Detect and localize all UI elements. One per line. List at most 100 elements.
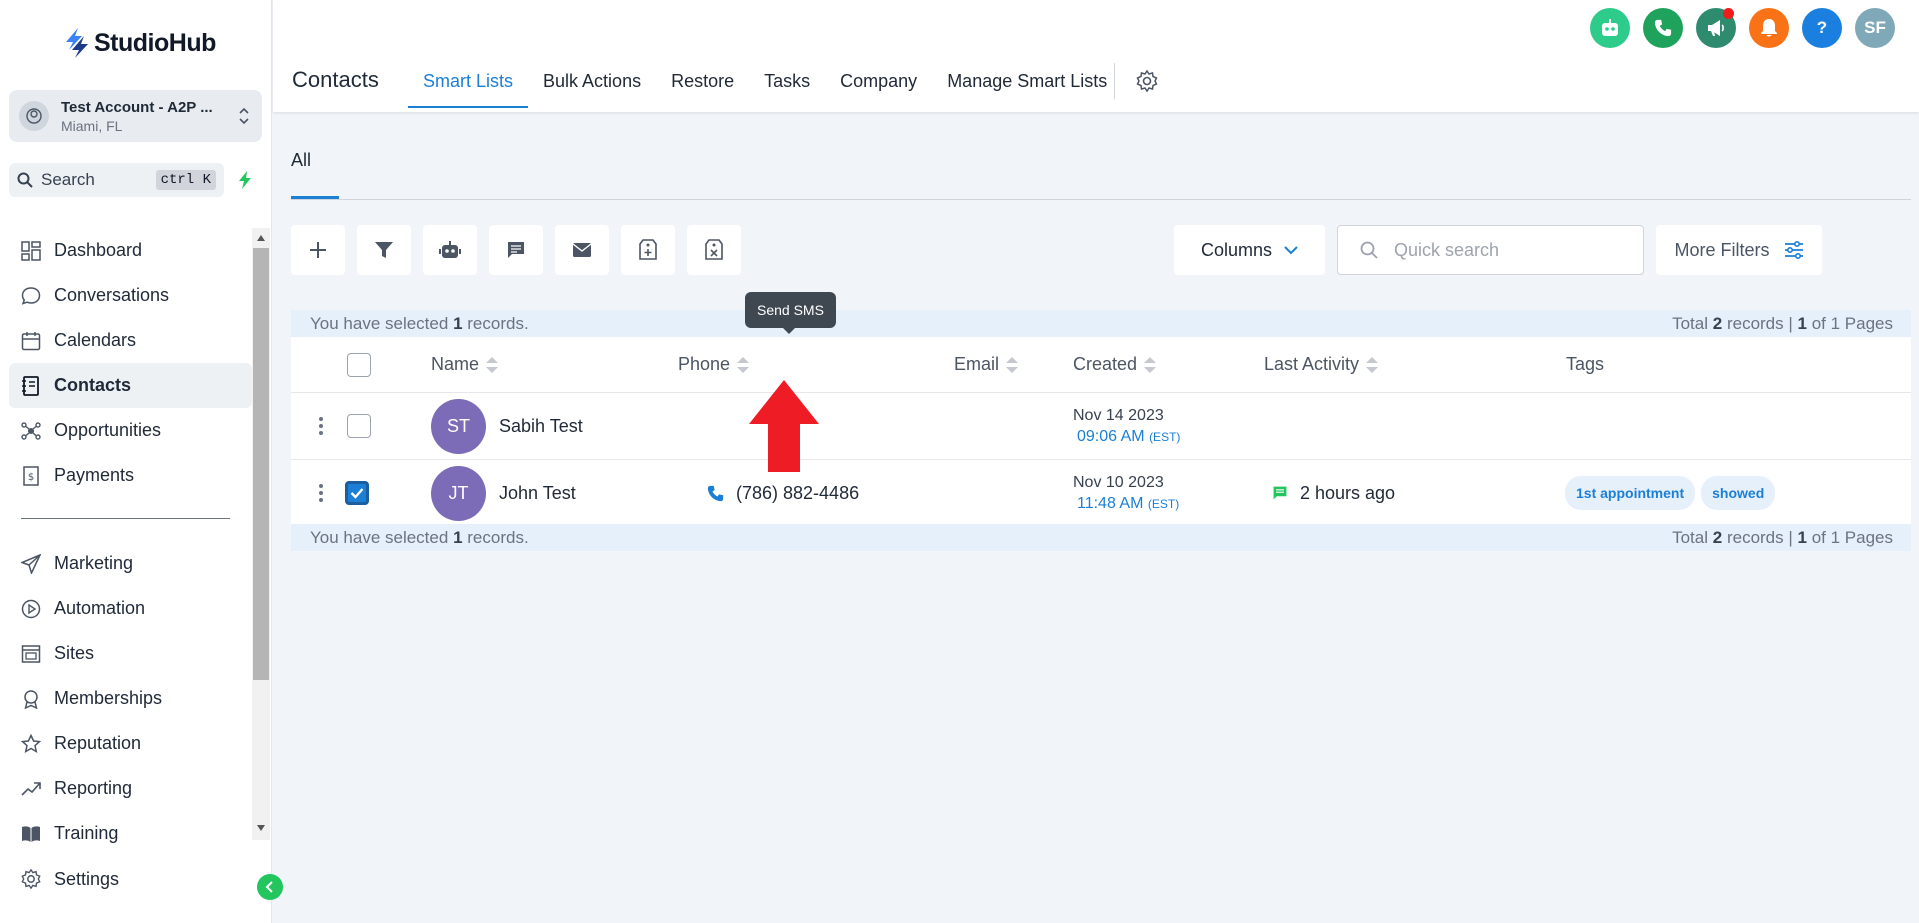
sidebar-search[interactable]: Search ctrl K <box>9 163 224 197</box>
sidebar-item-label: Sites <box>54 643 95 663</box>
tag-chip[interactable]: showed <box>1701 476 1776 510</box>
remove-tag-button[interactable] <box>687 225 741 275</box>
tabs-divider <box>1114 63 1115 99</box>
sidebar-item-contacts[interactable]: Contacts <box>9 363 252 408</box>
sidebar-item-training[interactable]: Training <box>9 811 252 856</box>
main-content: All Columns More Filters <box>273 112 1919 923</box>
sidebar-item-label: Conversations <box>54 285 170 305</box>
row-checkbox[interactable] <box>347 414 371 438</box>
red-arrow-annotation <box>749 380 819 472</box>
column-header-phone[interactable]: Phone <box>678 337 750 392</box>
row-menu-icon[interactable] <box>319 417 323 435</box>
column-header-created[interactable]: Created <box>1073 337 1157 392</box>
table-row[interactable]: ST Sabih Test Nov 14 2023 09:06 AM (EST) <box>291 393 1911 460</box>
selection-summary-top: You have selected 1 records. Total 2 rec… <box>291 310 1911 337</box>
tab-all[interactable]: All <box>291 150 311 171</box>
user-avatar[interactable]: SF <box>1855 8 1895 48</box>
add-contact-button[interactable] <box>291 225 345 275</box>
select-all-checkbox[interactable] <box>347 352 371 377</box>
sidebar-item-conversations[interactable]: Conversations <box>9 273 252 318</box>
search-label: Search <box>41 170 95 189</box>
sidebar-item-dashboard[interactable]: Dashboard <box>9 228 252 273</box>
sort-icon <box>1365 356 1379 374</box>
logo-text: StudioHub <box>94 28 216 57</box>
quick-search-input[interactable] <box>1394 239 1614 261</box>
table-header: Name Phone Email Created Last Activity T… <box>291 337 1911 393</box>
sidebar-item-sites[interactable]: Sites <box>9 631 252 676</box>
row-menu-icon[interactable] <box>319 484 323 502</box>
column-header-last-activity[interactable]: Last Activity <box>1264 337 1379 392</box>
column-header-tags: Tags <box>1566 354 1605 374</box>
tab-tasks[interactable]: Tasks <box>749 58 825 108</box>
created-time: 09:06 AM (EST) <box>1077 427 1181 445</box>
contact-phone[interactable]: (786) 882-4486 <box>736 483 859 504</box>
sidebar-item-memberships[interactable]: Memberships <box>9 676 252 721</box>
add-tag-button[interactable] <box>621 225 675 275</box>
row-checkbox[interactable] <box>345 481 369 505</box>
sidebar-item-payments[interactable]: $ Payments <box>9 453 252 498</box>
sidebar-item-settings[interactable]: Settings <box>20 868 119 890</box>
sidebar-item-label: Opportunities <box>54 420 162 440</box>
more-filters-label: More Filters <box>1674 239 1770 260</box>
quick-actions-button[interactable] <box>230 163 260 197</box>
tab-manage-smart-lists[interactable]: Manage Smart Lists <box>932 58 1122 108</box>
tag-add-icon <box>639 239 657 260</box>
chevron-down-icon <box>1284 245 1298 254</box>
ai-bot-button[interactable] <box>1590 8 1630 48</box>
sidebar-item-marketing[interactable]: Marketing <box>9 541 252 586</box>
tab-restore[interactable]: Restore <box>656 58 749 108</box>
sidebar-item-label: Contacts <box>54 375 132 395</box>
sidebar-item-reputation[interactable]: Reputation <box>9 721 252 766</box>
avatar-initials: SF <box>1864 18 1886 37</box>
chevron-updown-icon <box>239 107 249 125</box>
total-records-text: Total 2 records | 1 of 1 Pages <box>1672 313 1893 333</box>
phone-icon <box>707 485 724 501</box>
svg-text:$: $ <box>28 472 34 483</box>
gear-icon <box>1136 69 1158 93</box>
star-icon <box>20 733 42 755</box>
tab-bulk-actions[interactable]: Bulk Actions <box>528 58 656 108</box>
sidebar-item-label: Training <box>54 823 119 843</box>
gear-icon <box>21 868 41 890</box>
bell-button[interactable] <box>1749 8 1789 48</box>
phone-button[interactable] <box>1643 8 1683 48</box>
help-button[interactable]: ? <box>1802 8 1842 48</box>
send-sms-button[interactable] <box>489 225 543 275</box>
studiohub-logo-icon <box>66 28 88 58</box>
filter-button[interactable] <box>357 225 411 275</box>
sidebar-scroll-thumb[interactable] <box>253 248 269 680</box>
megaphone-button[interactable] <box>1696 8 1736 48</box>
add-to-workflow-button[interactable] <box>423 225 477 275</box>
sidebar-item-calendars[interactable]: Calendars <box>9 318 252 363</box>
selection-text: You have selected 1 records. <box>310 527 529 547</box>
account-switcher[interactable]: Test Account - A2P ... Miami, FL <box>9 90 262 142</box>
contact-name-link[interactable]: John Test <box>499 483 576 504</box>
logo[interactable]: StudioHub <box>64 28 216 58</box>
sidebar-item-automation[interactable]: Automation <box>9 586 252 631</box>
avatar: ST <box>431 398 486 454</box>
scroll-up-arrow[interactable] <box>253 230 269 246</box>
selection-text: You have selected 1 records. <box>310 313 529 333</box>
tab-smart-lists[interactable]: Smart Lists <box>408 58 529 108</box>
send-email-button[interactable] <box>555 225 609 275</box>
nav-divider <box>21 518 230 519</box>
tabs-rule <box>291 199 1911 200</box>
sidebar-item-reporting[interactable]: Reporting <box>9 766 252 811</box>
more-filters-button[interactable]: More Filters <box>1656 225 1822 275</box>
tab-company[interactable]: Company <box>825 58 932 108</box>
sort-icon <box>485 356 499 374</box>
tag-chip[interactable]: 1st appointment <box>1565 476 1696 510</box>
tab-settings-button[interactable] <box>1135 69 1159 93</box>
sidebar-item-label: Payments <box>54 465 135 485</box>
columns-button[interactable]: Columns <box>1174 225 1325 275</box>
sidebar-item-opportunities[interactable]: Opportunities <box>9 408 252 453</box>
dashboard-icon <box>20 240 42 262</box>
column-header-email[interactable]: Email <box>954 337 1019 392</box>
table-row[interactable]: JT John Test (786) 882-4486 Nov 10 2023 … <box>291 460 1911 527</box>
contact-name-link[interactable]: Sabih Test <box>499 416 583 437</box>
quick-search <box>1337 225 1644 275</box>
scroll-down-arrow[interactable] <box>253 820 269 836</box>
column-header-name[interactable]: Name <box>431 337 499 392</box>
message-icon <box>1273 486 1287 500</box>
sort-icon <box>736 356 750 374</box>
